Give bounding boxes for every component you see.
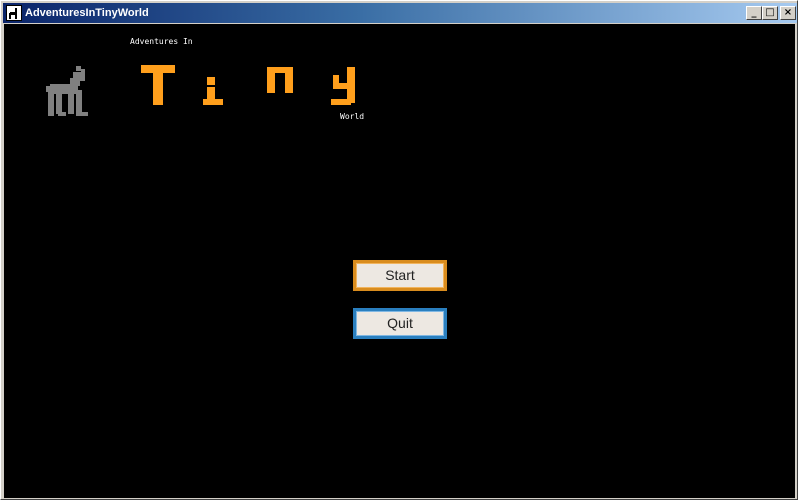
logo-bottom-text: World bbox=[340, 112, 365, 121]
app-icon[interactable] bbox=[6, 5, 22, 21]
game-canvas: Adventures In World Start Quit bbox=[4, 24, 795, 498]
tiny-logo bbox=[141, 65, 355, 105]
maximize-button[interactable]: □ bbox=[762, 6, 778, 20]
quit-button[interactable]: Quit bbox=[353, 308, 447, 339]
close-button[interactable]: × bbox=[780, 6, 796, 20]
dog-icon bbox=[46, 66, 88, 116]
start-button[interactable]: Start bbox=[353, 260, 447, 291]
title-bar[interactable]: AdventuresInTinyWorld _ □ × bbox=[3, 3, 797, 23]
game-window: AdventuresInTinyWorld _ □ × Adventures I… bbox=[0, 0, 798, 500]
minimize-button[interactable]: _ bbox=[746, 6, 762, 20]
dog-silhouette-icon bbox=[9, 8, 17, 19]
window-title: AdventuresInTinyWorld bbox=[25, 7, 149, 19]
logo-top-text: Adventures In bbox=[130, 37, 193, 46]
